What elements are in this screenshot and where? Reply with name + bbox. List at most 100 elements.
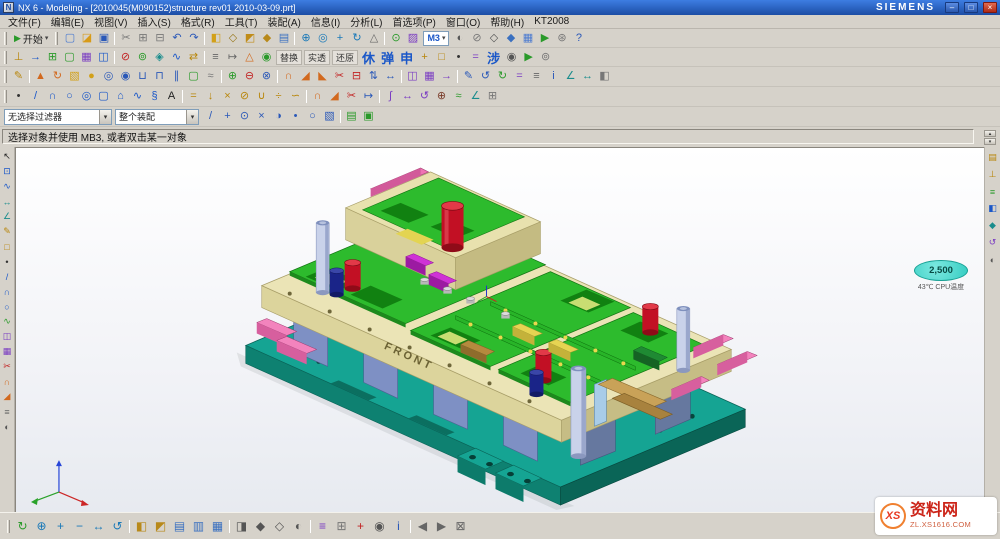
- work-plane-icon[interactable]: ▨: [404, 30, 421, 46]
- menu-item-1[interactable]: 文件(F): [3, 14, 46, 29]
- trim-curve-icon[interactable]: ✂: [343, 89, 360, 105]
- reference-set-icon[interactable]: ◈: [151, 49, 168, 65]
- clearance-check-icon[interactable]: ◉: [258, 49, 275, 65]
- revolve-icon[interactable]: ↻: [49, 69, 66, 85]
- play-macro-icon[interactable]: ▶: [536, 30, 553, 46]
- unite-icon[interactable]: ⊕: [224, 69, 241, 85]
- pattern-tool-icon[interactable]: ▦: [0, 344, 14, 359]
- snap-endpoint-icon[interactable]: /: [202, 109, 219, 125]
- combine-curve-icon[interactable]: ⊕: [433, 89, 450, 105]
- snapshot-view-icon[interactable]: ◉: [370, 517, 389, 536]
- measure-distance-icon[interactable]: ↔: [579, 69, 596, 85]
- polygon-tool-icon[interactable]: ⌂: [112, 89, 129, 105]
- zoom-out-icon[interactable]: −: [70, 517, 89, 536]
- menu-item-11[interactable]: 窗口(O): [441, 14, 485, 29]
- information-icon[interactable]: i: [545, 69, 562, 85]
- selection-scope-dropdown[interactable]: 整个装配 ▾: [115, 109, 199, 125]
- restore-display-button[interactable]: 还原: [332, 50, 358, 65]
- datum-csys-icon[interactable]: +: [416, 49, 433, 65]
- fillet-curve-icon[interactable]: ∩: [309, 89, 326, 105]
- circle-tool-icon[interactable]: ○: [61, 89, 78, 105]
- close-button[interactable]: ×: [983, 2, 997, 13]
- shaded-mode2-icon[interactable]: ◆: [251, 517, 270, 536]
- zoom-in-icon[interactable]: +: [51, 517, 70, 536]
- replace-display-button[interactable]: 替换: [276, 50, 302, 65]
- cylinder-icon[interactable]: ●: [83, 69, 100, 85]
- sketch-icon[interactable]: ✎: [10, 69, 27, 85]
- settings-gear-icon[interactable]: ⊛: [553, 30, 570, 46]
- menu-item-7[interactable]: 装配(A): [262, 14, 305, 29]
- studio-render-icon[interactable]: ◐: [289, 517, 308, 536]
- menu-item-4[interactable]: 插入(S): [132, 14, 175, 29]
- toolbar-grip[interactable]: [4, 32, 7, 45]
- rib-icon[interactable]: ∥: [168, 69, 185, 85]
- prompt-scroll-up-icon[interactable]: ▴: [984, 130, 996, 137]
- next-window-icon[interactable]: ▶: [432, 517, 451, 536]
- chamfer-curve-icon[interactable]: ◢: [326, 89, 343, 105]
- roles-palette-icon[interactable]: ◐: [986, 252, 1000, 267]
- snap-face-icon[interactable]: ▧: [321, 109, 338, 125]
- blend-tool-icon[interactable]: ∩: [0, 374, 14, 389]
- show-hide-icon[interactable]: ◐: [451, 30, 468, 46]
- right-view-icon[interactable]: ▦: [208, 517, 227, 536]
- add-component-icon[interactable]: ⊞: [44, 49, 61, 65]
- pocket-icon[interactable]: ⊔: [134, 69, 151, 85]
- offset-curve-icon[interactable]: =: [185, 89, 202, 105]
- suppress-component-icon[interactable]: ⊘: [117, 49, 134, 65]
- law-curve-icon[interactable]: ∫: [382, 89, 399, 105]
- prompt-scroll-down-icon[interactable]: ▾: [984, 138, 996, 145]
- arc-create-icon[interactable]: ∩: [0, 284, 14, 299]
- snap-quadrant-icon[interactable]: ◑: [270, 109, 287, 125]
- join-curve-icon[interactable]: ∪: [253, 89, 270, 105]
- measure-tool-icon[interactable]: ↔: [0, 194, 14, 209]
- paste-icon[interactable]: ⊟: [151, 30, 168, 46]
- copy-icon[interactable]: ⊞: [134, 30, 151, 46]
- ellipse-tool-icon[interactable]: ◎: [78, 89, 95, 105]
- general-selection-icon[interactable]: ▤: [343, 109, 360, 125]
- maximize-view-icon[interactable]: ⊠: [451, 517, 470, 536]
- snap-point-icon[interactable]: ⊙: [387, 30, 404, 46]
- split-body-icon[interactable]: ⊟: [348, 69, 365, 85]
- open-icon[interactable]: ◪: [78, 30, 95, 46]
- pattern-feature-icon[interactable]: ▦: [421, 69, 438, 85]
- expression-icon[interactable]: =: [467, 49, 484, 65]
- toolbar-grip[interactable]: [4, 51, 7, 64]
- datum-plane-icon[interactable]: □: [433, 49, 450, 65]
- wcs-display-icon[interactable]: +: [351, 517, 370, 536]
- constraint-navigator-icon[interactable]: ⊥: [986, 167, 1000, 182]
- part-navigator-icon[interactable]: ≡: [528, 69, 545, 85]
- minimize-button[interactable]: –: [945, 2, 959, 13]
- pan-view-icon[interactable]: +: [331, 30, 348, 46]
- rotate-view-icon[interactable]: ↻: [348, 30, 365, 46]
- journal-icon[interactable]: ▶: [520, 49, 537, 65]
- angle-tool-icon[interactable]: ∠: [0, 209, 14, 224]
- object-info-icon[interactable]: i: [389, 517, 408, 536]
- arrangements-icon[interactable]: ≡: [207, 49, 224, 65]
- scale-body-icon[interactable]: ↔: [382, 69, 399, 85]
- pointer-select-icon[interactable]: ↖: [0, 149, 14, 164]
- grid-display-icon[interactable]: ⊞: [484, 89, 501, 105]
- point-tool-icon[interactable]: •: [10, 89, 27, 105]
- expressions-icon[interactable]: =: [511, 69, 528, 85]
- menu-item-3[interactable]: 视图(V): [89, 14, 132, 29]
- assembly-navigator-icon[interactable]: ▤: [986, 150, 1000, 165]
- snap-midpoint-icon[interactable]: +: [219, 109, 236, 125]
- assembly-constraints-icon[interactable]: ⊥: [10, 49, 27, 65]
- spline-create-icon[interactable]: ∿: [0, 314, 14, 329]
- fit-view-icon[interactable]: ⊕: [297, 30, 314, 46]
- zoom-view-icon[interactable]: ◎: [314, 30, 331, 46]
- refresh-view-icon[interactable]: ↻: [13, 517, 32, 536]
- toolbar-grip[interactable]: [4, 90, 7, 103]
- intersection-curve-icon[interactable]: ×: [219, 89, 236, 105]
- menu-item-13[interactable]: KT2008: [529, 16, 574, 27]
- move-face-icon[interactable]: →: [438, 69, 455, 85]
- start-menu-button[interactable]: ▶ 开始 ▾: [10, 30, 52, 46]
- window-display-icon[interactable]: ▦: [519, 30, 536, 46]
- perspective-view-icon[interactable]: △: [365, 30, 382, 46]
- isometric-cube-icon[interactable]: ◩: [241, 30, 258, 46]
- previous-window-icon[interactable]: ◀: [413, 517, 432, 536]
- line-create-icon[interactable]: /: [0, 269, 14, 284]
- front-view-icon[interactable]: ▤: [275, 30, 292, 46]
- part-navigator2-icon[interactable]: ≡: [986, 184, 1000, 199]
- macro-she-button[interactable]: 涉: [484, 48, 503, 67]
